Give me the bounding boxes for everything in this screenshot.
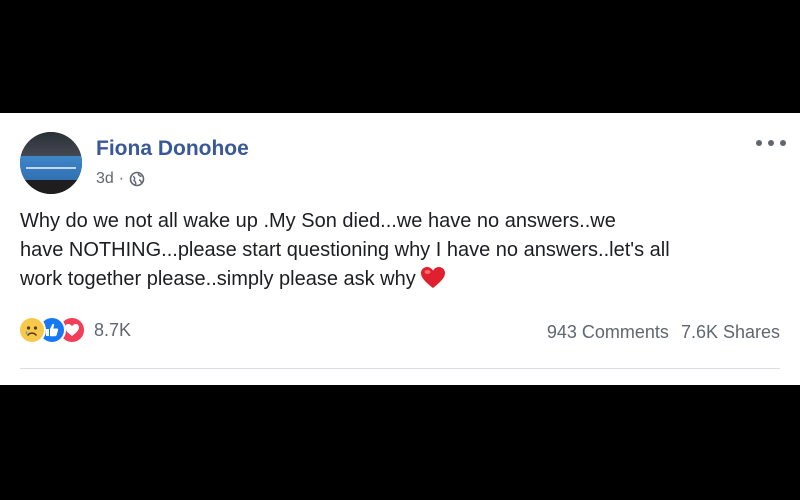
post-text-line: have NOTHING...please start questioning … xyxy=(20,239,670,261)
red-heart-icon xyxy=(420,266,446,290)
ellipsis-dot xyxy=(756,140,762,146)
ellipsis-dot xyxy=(768,140,774,146)
avatar-ground xyxy=(20,180,82,194)
avatar-sign-text xyxy=(26,167,76,169)
author-name[interactable]: Fiona Donohoe xyxy=(96,137,249,161)
reaction-count[interactable]: 8.7K xyxy=(94,320,131,341)
post-timestamp[interactable]: 3d xyxy=(96,170,114,188)
globe-icon[interactable] xyxy=(129,171,145,187)
meta-separator: · xyxy=(118,170,125,187)
reactions-summary[interactable]: 8.7K xyxy=(18,316,131,344)
post-text: Why do we not all wake up .My Son died..… xyxy=(20,207,780,294)
sad-reaction-icon xyxy=(18,316,46,344)
shares-count-link[interactable]: 7.6K Shares xyxy=(681,322,780,343)
action-bar-divider xyxy=(20,368,780,369)
engagement-counts: 943 Comments 7.6K Shares xyxy=(547,322,780,343)
ellipsis-dot xyxy=(780,140,786,146)
post-text-line-content: work together please..simply please ask … xyxy=(20,268,416,290)
avatar[interactable] xyxy=(20,132,82,194)
avatar-sign xyxy=(20,156,82,182)
post-text-line-last: work together please..simply please ask … xyxy=(20,265,780,294)
ellipsis-icon[interactable] xyxy=(756,135,786,151)
screenshot-stage: Fiona Donohoe 3d · Why do we not all wak… xyxy=(0,0,800,500)
post-text-line: Why do we not all wake up .My Son died..… xyxy=(20,210,616,232)
post-card: Fiona Donohoe 3d · Why do we not all wak… xyxy=(0,113,800,385)
comments-count-link[interactable]: 943 Comments xyxy=(547,322,669,343)
post-meta: 3d · xyxy=(96,170,145,188)
